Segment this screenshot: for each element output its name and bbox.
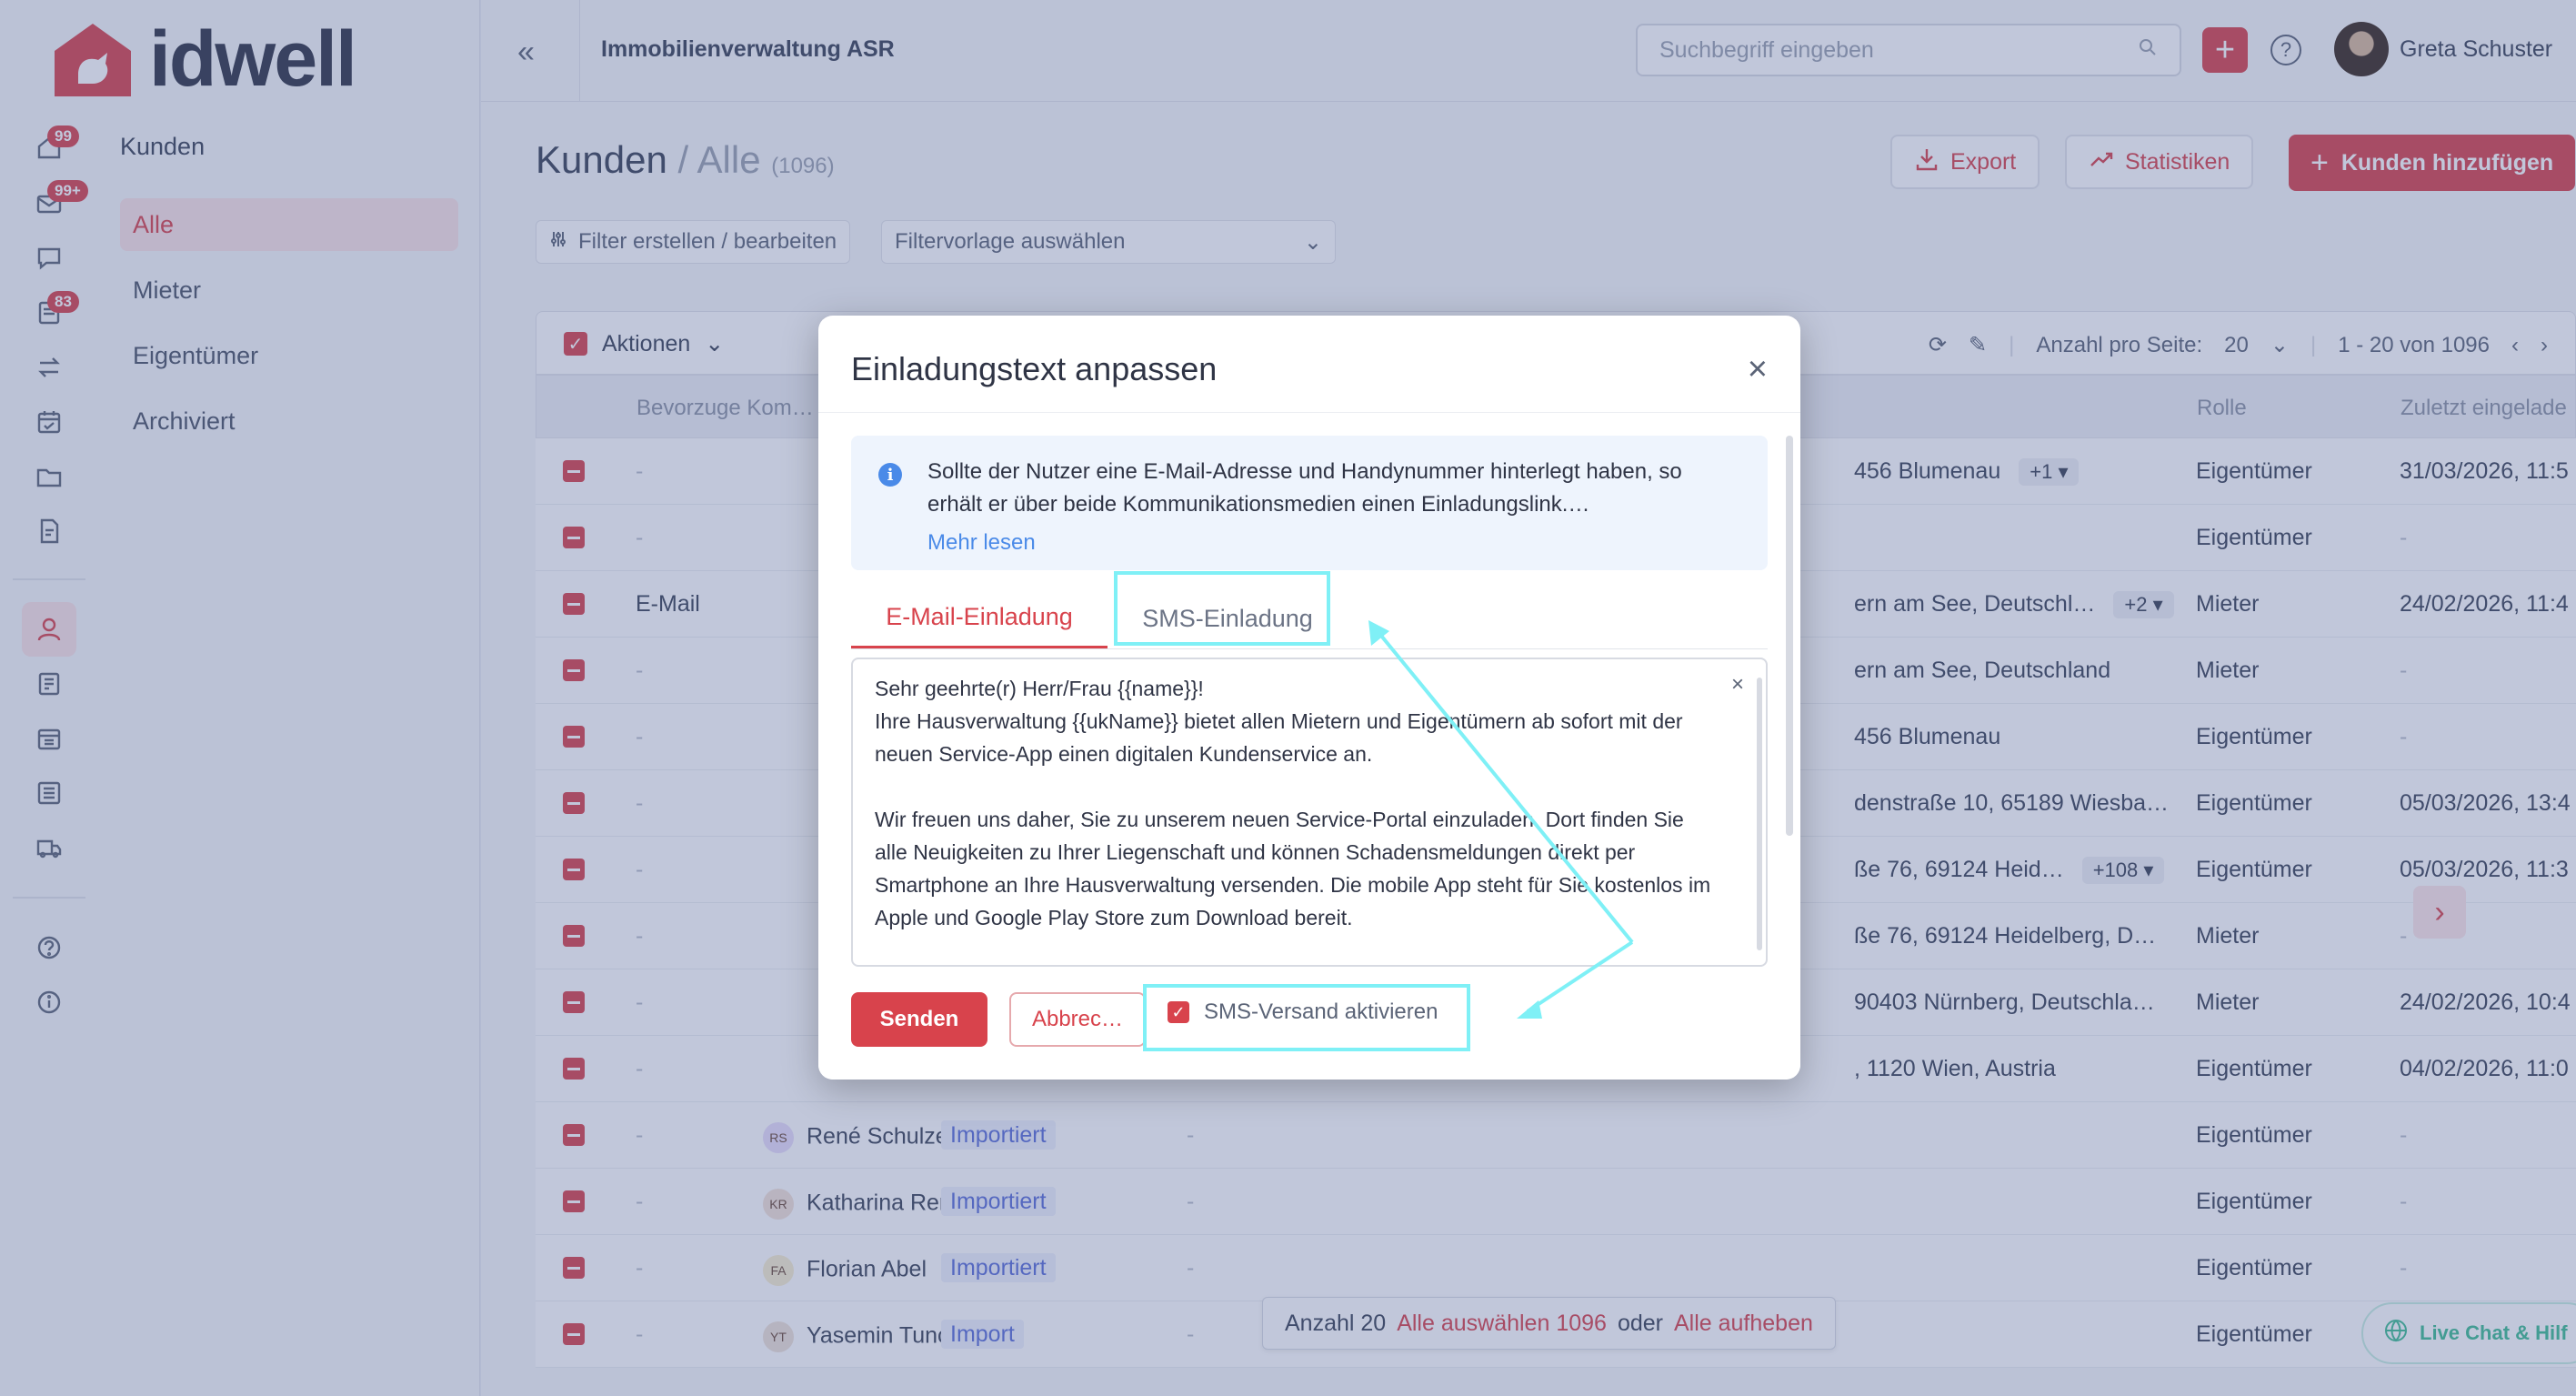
dialog-scrollbar[interactable] — [1786, 436, 1793, 836]
annotation-highlight-sms-tab — [1114, 571, 1330, 646]
body-line — [875, 770, 1711, 803]
annotation-highlight-sms-toggle — [1143, 984, 1470, 1051]
invitation-text-area[interactable]: Sehr geehrte(r) Herr/Frau {{name}}! Ihre… — [851, 658, 1768, 967]
read-more-link[interactable]: Mehr lesen — [927, 530, 1036, 556]
dialog-title: Einladungstext anpassen — [851, 350, 1218, 387]
invitation-text-dialog: Einladungstext anpassen × i Sollte der N… — [818, 316, 1800, 1080]
body-line: Wir freuen uns daher, Sie zu unserem neu… — [875, 808, 1711, 929]
info-text: Sollte der Nutzer eine E-Mail-Adresse un… — [927, 459, 1682, 517]
info-icon: i — [878, 463, 902, 487]
textarea-scrollbar[interactable] — [1757, 678, 1762, 950]
clear-text-icon[interactable]: × — [1731, 668, 1744, 701]
info-notice: i Sollte der Nutzer eine E-Mail-Adresse … — [851, 436, 1768, 570]
send-button[interactable]: Senden — [851, 992, 987, 1047]
close-icon[interactable]: × — [1748, 352, 1768, 387]
tab-divider — [851, 648, 1768, 649]
body-line: Ihre Hausverwaltung {{ukName}} bietet al… — [875, 709, 1683, 766]
dialog-divider — [818, 412, 1800, 413]
tab-email-invitation[interactable]: E-Mail-Einladung — [851, 588, 1108, 648]
body-line: Sehr geehrte(r) Herr/Frau {{name}}! — [875, 677, 1204, 700]
cancel-button[interactable]: Abbrec… — [1009, 992, 1146, 1047]
